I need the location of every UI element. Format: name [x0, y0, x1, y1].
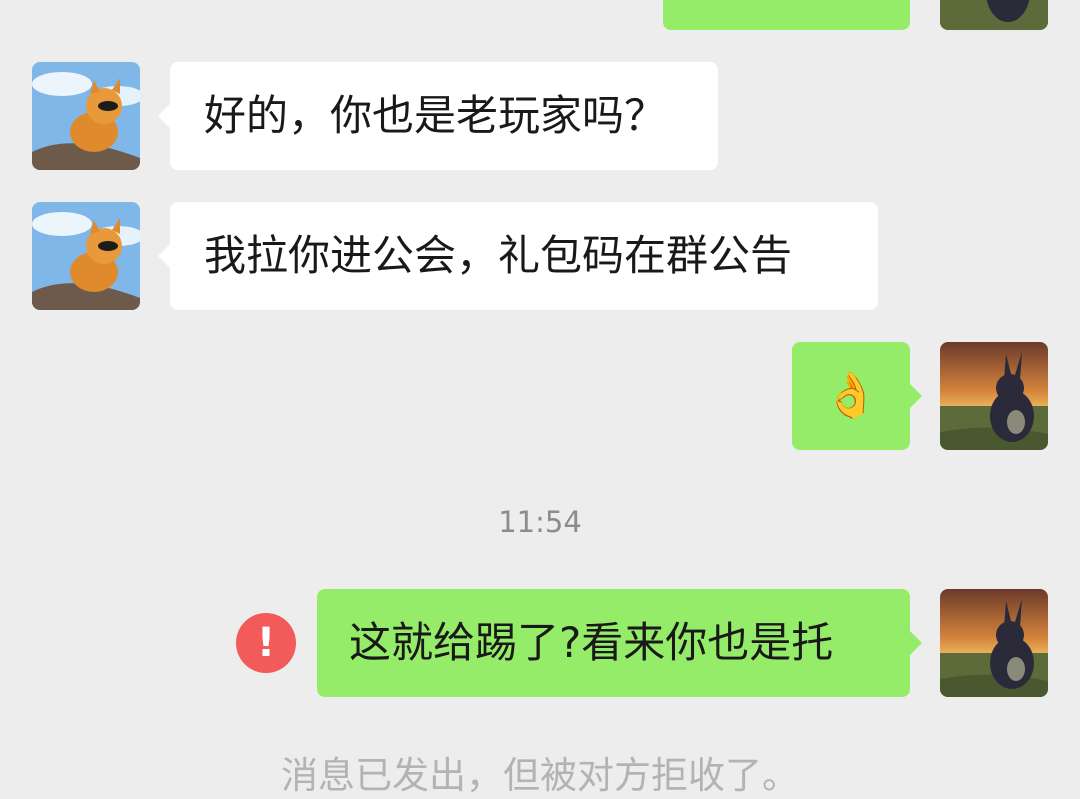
bubble-tail: [158, 104, 170, 128]
totoro-avatar-icon: [940, 0, 1048, 30]
system-notice: 消息已发出，但被对方拒收了。: [281, 754, 799, 797]
received-message-bubble[interactable]: 好的，你也是老玩家吗？: [158, 62, 718, 170]
sent-message-bubble[interactable]: 👌: [792, 342, 922, 450]
cat-avatar-icon: [32, 62, 140, 170]
bubble-tail: [158, 244, 170, 268]
received-message-bubble[interactable]: 我拉你进公会，礼包码在群公告: [158, 202, 878, 310]
ok-hand-emoji-icon: 👌: [823, 370, 879, 421]
totoro-avatar-icon: [940, 342, 1048, 450]
bubble-tail: [910, 384, 922, 408]
send-failed-icon[interactable]: !: [236, 613, 296, 673]
message-text: 这就给踢了?看来你也是托: [349, 618, 834, 667]
message-text: 我拉你进公会，礼包码在群公告: [204, 231, 793, 280]
contact-avatar[interactable]: [32, 202, 140, 310]
self-avatar[interactable]: [940, 342, 1048, 450]
self-avatar[interactable]: [940, 0, 1048, 30]
bubble-tail: [910, 631, 922, 655]
contact-avatar[interactable]: [32, 62, 140, 170]
self-avatar[interactable]: [940, 589, 1048, 697]
totoro-avatar-icon: [940, 589, 1048, 697]
sent-message-bubble-partial[interactable]: [663, 0, 910, 30]
message-text: 好的，你也是老玩家吗？: [204, 91, 667, 140]
message-timestamp: 11:54: [498, 505, 582, 539]
cat-avatar-icon: [32, 202, 140, 310]
sent-message-bubble[interactable]: 这就给踢了?看来你也是托: [317, 589, 922, 697]
